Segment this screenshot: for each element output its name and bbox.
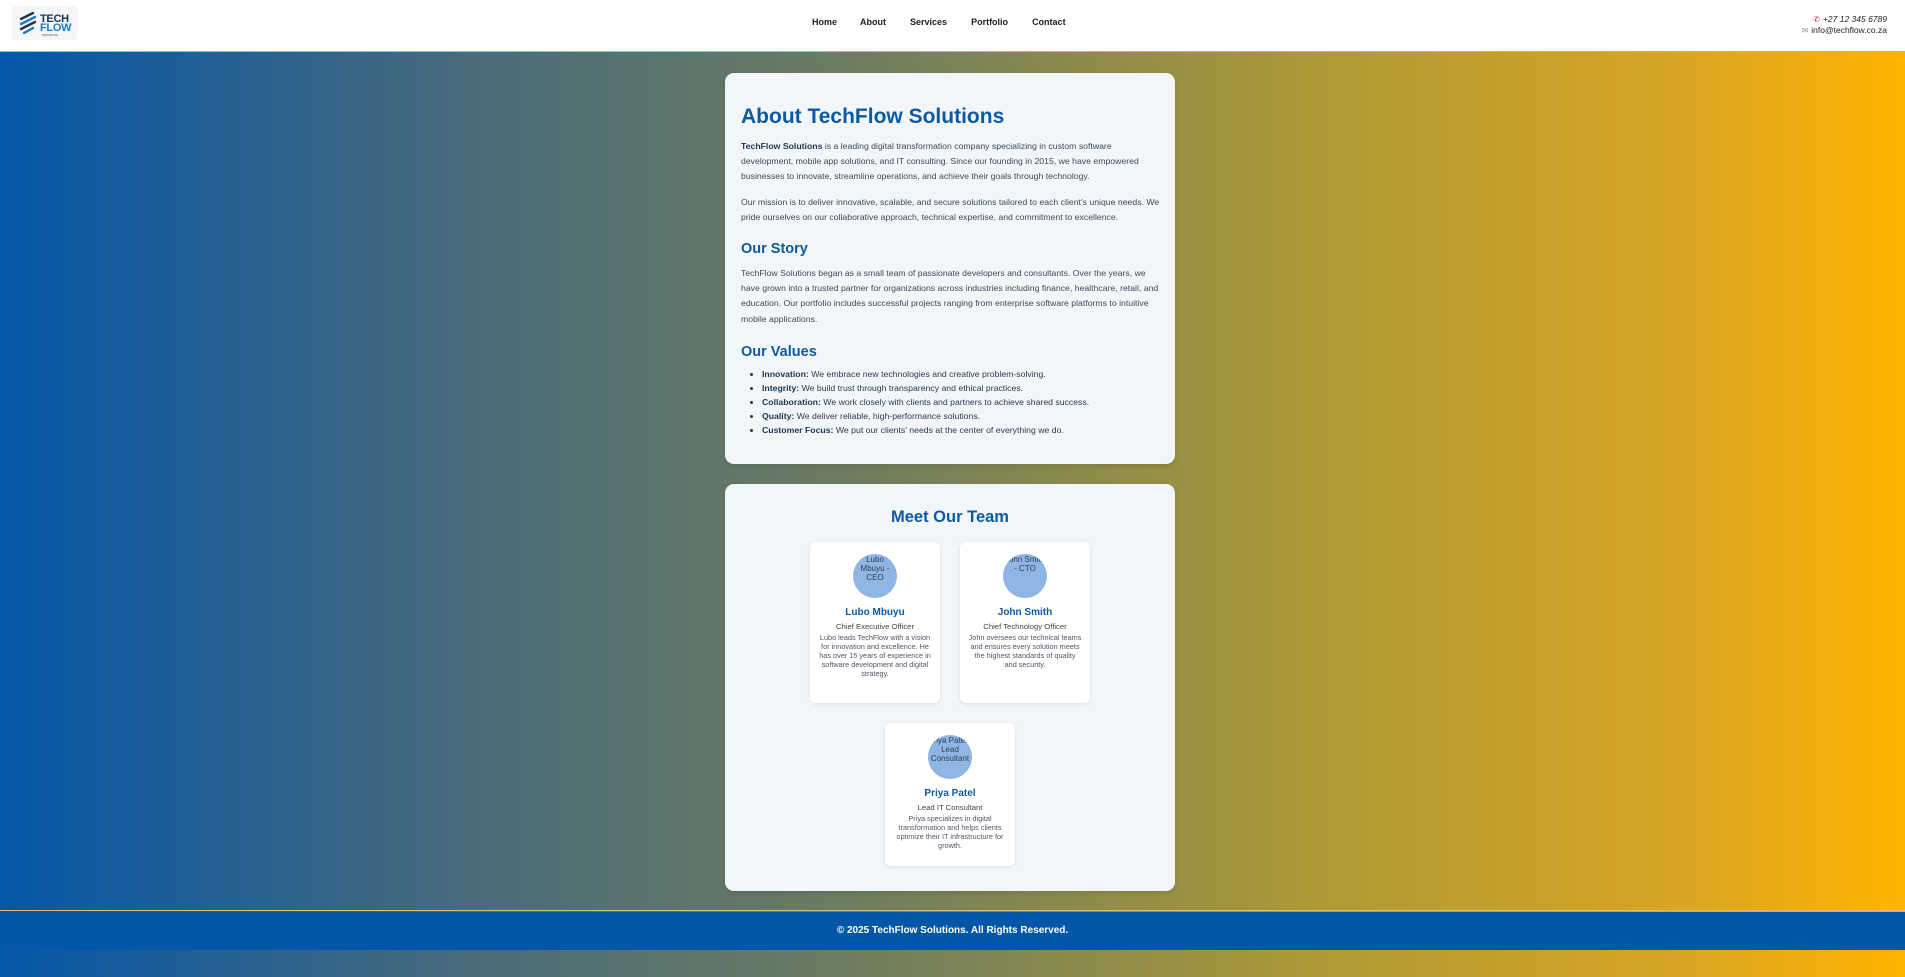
value-item: Innovation: We embrace new technologies … [762, 367, 1162, 381]
member-role: Chief Executive Officer [835, 622, 915, 631]
team-member-card: Priya Patel - Lead Consultant Priya Pate… [885, 723, 1015, 866]
team-title: Meet Our Team [891, 508, 1009, 526]
avatar: Lubo Mbuyu - CEO [853, 554, 897, 598]
member-name: Priya Patel [924, 788, 976, 799]
nav-portfolio[interactable]: Portfolio [971, 17, 1008, 27]
header-contact: ✆ +27 12 345 6789 ✉ info@techflow.co.za [1802, 14, 1887, 36]
phone-number[interactable]: +27 12 345 6789 [1823, 14, 1887, 25]
value-text: We put our clients' needs at the center … [833, 425, 1064, 435]
team-section: Meet Our Team Lubo Mbuyu - CEO Lubo Mbuy… [725, 484, 1175, 891]
member-name: John Smith [997, 607, 1053, 618]
value-name: Collaboration: [762, 397, 821, 407]
value-text: We build trust through transparency and … [799, 383, 1024, 393]
about-company-name: TechFlow Solutions [741, 141, 823, 151]
member-bio: Priya specializes in digital transformat… [896, 814, 1004, 850]
story-paragraph: TechFlow Solutions began as a small team… [741, 268, 1159, 324]
nav-services[interactable]: Services [910, 17, 947, 27]
value-text: We embrace new technologies and creative… [808, 369, 1046, 379]
value-item: Quality: We deliver reliable, high-perfo… [762, 409, 1162, 423]
avatar: Priya Patel - Lead Consultant [928, 735, 972, 779]
about-title: About TechFlow Solutions [741, 105, 1005, 128]
value-item: Collaboration: We work closely with clie… [762, 395, 1162, 409]
copyright-text: © 2025 TechFlow Solutions. All Rights Re… [836, 925, 1069, 936]
mail-icon: ✉ [1801, 26, 1809, 35]
value-item: Customer Focus: We put our clients' need… [762, 423, 1162, 437]
about-mission-paragraph: Our mission is to deliver innovative, sc… [741, 197, 1160, 223]
nav-contact[interactable]: Contact [1032, 17, 1066, 27]
about-intro-paragraph: TechFlow Solutions is a leading digital … [741, 139, 1161, 185]
email-address[interactable]: info@techflow.co.za [1811, 25, 1887, 36]
logo-mark-icon [19, 12, 37, 34]
team-member-card: Lubo Mbuyu - CEO Lubo Mbuyu Chief Execut… [810, 542, 940, 703]
nav-about[interactable]: About [860, 17, 886, 27]
footer-divider [0, 910, 1905, 911]
value-name: Quality: [762, 411, 795, 421]
value-text: We deliver reliable, high-performance so… [794, 411, 981, 421]
member-bio: Lubo leads TechFlow with a vision for in… [819, 633, 931, 678]
avatar: John Smith - CTO [1003, 554, 1047, 598]
story-heading: Our Story [741, 241, 808, 257]
member-role: Lead IT Consultant [917, 803, 983, 812]
values-heading: Our Values [741, 344, 817, 360]
phone-icon: ✆ [1813, 15, 1820, 24]
value-name: Customer Focus: [762, 425, 834, 435]
company-logo[interactable]: TECH FLOW solutions [12, 6, 78, 40]
value-name: Integrity: [762, 383, 800, 393]
value-name: Innovation: [762, 369, 809, 379]
main-nav: Home About Services Portfolio Contact [812, 17, 1066, 27]
values-list: Innovation: We embrace new technologies … [762, 367, 1162, 437]
site-footer: © 2025 TechFlow Solutions. All Rights Re… [0, 912, 1905, 950]
member-role: Chief Technology Officer [983, 622, 1067, 631]
nav-home[interactable]: Home [812, 17, 837, 27]
value-text: We work closely with clients and partner… [820, 397, 1090, 407]
member-name: Lubo Mbuyu [845, 607, 905, 618]
value-item: Integrity: We build trust through transp… [762, 381, 1162, 395]
logo-text-solutions: solutions [42, 32, 58, 37]
member-bio: John oversees our technical teams and en… [968, 633, 1082, 669]
team-member-card: John Smith - CTO John Smith Chief Techno… [960, 542, 1090, 703]
about-section: About TechFlow Solutions TechFlow Soluti… [725, 73, 1175, 464]
site-header: TECH FLOW solutions Home About Services … [0, 0, 1905, 52]
